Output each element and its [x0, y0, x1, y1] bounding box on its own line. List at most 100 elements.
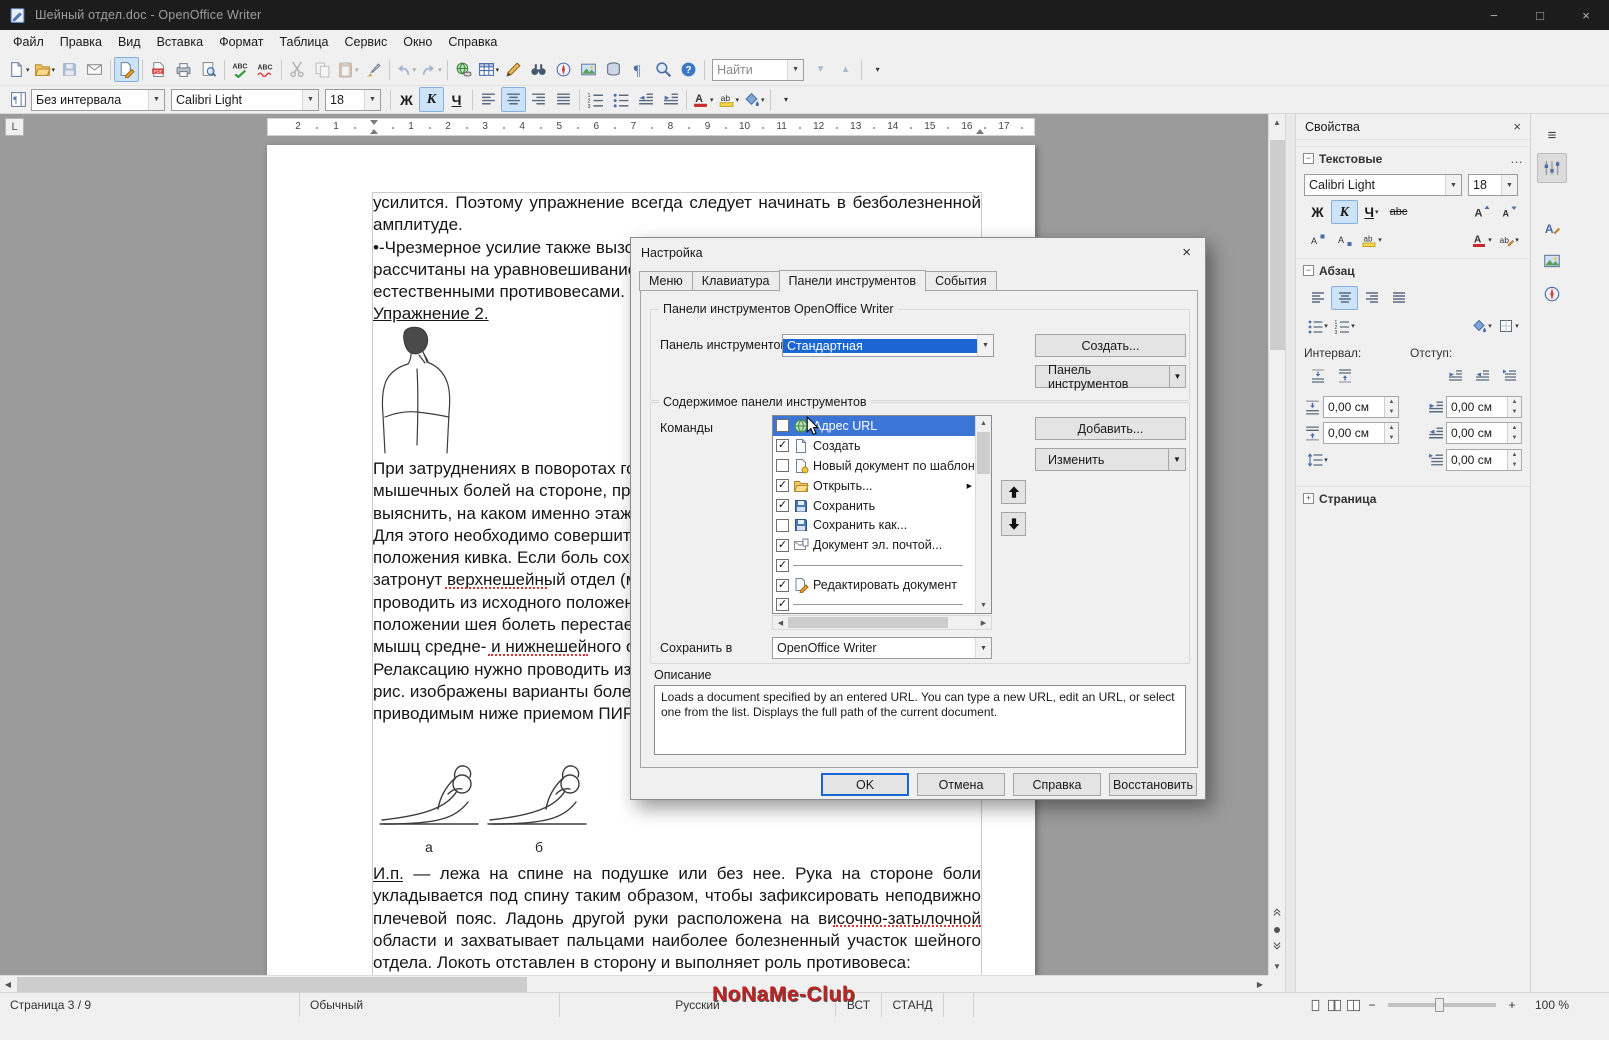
sidebar-underline-button[interactable]: Ч▾ — [1358, 200, 1385, 224]
spacing-below-field[interactable]: 0,00 см▲▼ — [1323, 422, 1399, 444]
reset-button[interactable]: Восстановить — [1109, 773, 1197, 796]
gallery-button[interactable]: ▾ — [576, 57, 601, 82]
dialog-tab[interactable]: События — [925, 271, 997, 291]
data-sources-button[interactable]: ▾ — [601, 57, 626, 82]
menu-item[interactable]: Формат — [211, 32, 271, 52]
email-button[interactable]: ▾ — [82, 57, 107, 82]
spinner[interactable]: ▲▼ — [1507, 397, 1521, 417]
edit-file-button[interactable]: ▾ — [114, 57, 139, 82]
command-row[interactable]: ✓ ▶ — [773, 595, 975, 614]
scrollbar-thumb[interactable] — [17, 977, 527, 992]
sidebar-close-button[interactable]: × — [1513, 119, 1521, 134]
scroll-down-icon[interactable]: ▼ — [976, 598, 991, 613]
sidebar-align-right-button[interactable] — [1358, 286, 1385, 310]
background-color-button[interactable]: ▾ — [741, 87, 767, 112]
subscript-button[interactable] — [1331, 228, 1358, 252]
spacing-below-preset-button[interactable] — [1331, 364, 1358, 388]
decrease-indent-button[interactable] — [1468, 364, 1495, 388]
spacing-above-field[interactable]: 0,00 см▲▼ — [1323, 396, 1399, 418]
sidebar-font-color-button[interactable]: ▾ — [1468, 228, 1495, 252]
new-button[interactable]: ▾ — [6, 57, 32, 82]
modify-command-button[interactable]: Изменить▼ — [1035, 448, 1186, 471]
spinner[interactable]: ▲▼ — [1507, 450, 1521, 470]
sidebar-bold-button[interactable]: Ж — [1304, 200, 1331, 224]
zoom-out-button[interactable]: − — [1365, 998, 1379, 1012]
command-checkbox[interactable]: ✓ — [776, 579, 789, 592]
redo-button[interactable]: ▾ — [418, 57, 444, 82]
scrollbar-thumb[interactable] — [977, 432, 990, 474]
sidebar-italic-button[interactable]: К — [1331, 200, 1358, 224]
dialog-tab[interactable]: Меню — [639, 271, 693, 291]
toolbar-button[interactable]: ▾ — [224, 60, 225, 80]
zoom-slider-thumb[interactable] — [1435, 998, 1444, 1012]
dropdown-arrow-icon[interactable]: ▼ — [1168, 449, 1185, 470]
paste-button[interactable]: ▾ — [335, 57, 361, 82]
collapse-icon[interactable]: − — [1303, 153, 1314, 164]
new-toolbar-button[interactable]: Создать... — [1035, 334, 1186, 357]
toolbar-overflow-button[interactable]: ▾ — [865, 57, 890, 82]
scroll-up-icon[interactable]: ▲ — [1269, 114, 1285, 131]
scrollbar-thumb[interactable] — [788, 617, 948, 628]
command-row[interactable]: ✓ Адрес URL ▶ — [773, 416, 975, 436]
horizontal-ruler[interactable]: 211234567891011121314151617 — [267, 118, 1035, 136]
find-input[interactable]: Найти ▼ — [712, 59, 804, 81]
grow-font-button[interactable] — [1468, 200, 1495, 224]
toolbar-button[interactable]: ▾ — [281, 60, 282, 80]
command-row[interactable]: ✓ Документ эл. почтой... ▶ — [773, 535, 975, 555]
book-view-button[interactable] — [1346, 999, 1361, 1012]
maximize-button[interactable]: □ — [1517, 0, 1563, 30]
signature-indicator[interactable] — [944, 993, 974, 1017]
scroll-left-icon[interactable]: ◀ — [0, 976, 16, 992]
menu-item[interactable]: Таблица — [271, 32, 336, 52]
cut-button[interactable]: ▾ — [285, 57, 310, 82]
chevron-down-icon[interactable]: ▼ — [302, 90, 318, 110]
font-name-select[interactable]: Calibri Light▼ — [171, 89, 319, 111]
menu-item[interactable]: Окно — [395, 32, 440, 52]
font-size-select[interactable]: 18▼ — [325, 89, 381, 111]
section-text[interactable]: − Текстовые … — [1296, 146, 1530, 170]
format-paintbrush-button[interactable]: ▾ — [361, 57, 386, 82]
sidebar-numbered-list-button[interactable]: ▾ — [1331, 314, 1358, 338]
command-row[interactable]: ✓ Новый документ по шаблон ▶ — [773, 456, 975, 476]
page-indicator[interactable]: Страница 3 / 9 — [0, 993, 300, 1017]
sidebar-align-left-button[interactable] — [1304, 286, 1331, 310]
save-button[interactable]: ▾ — [57, 57, 82, 82]
indent-after-field[interactable]: 0,00 см▲▼ — [1446, 422, 1522, 444]
align-left-button[interactable] — [476, 87, 501, 112]
increase-indent-button[interactable] — [658, 87, 683, 112]
scroll-right-icon[interactable]: ▶ — [976, 616, 991, 629]
command-checkbox[interactable]: ✓ — [776, 598, 789, 611]
commands-list[interactable]: ✓ Адрес URL ▶ ✓ Создать ▶ — [772, 415, 992, 614]
command-checkbox[interactable]: ✓ — [776, 419, 789, 432]
chevron-down-icon[interactable]: ▼ — [787, 60, 803, 80]
right-indent-marker[interactable] — [976, 129, 984, 134]
add-command-button[interactable]: Добавить... — [1035, 417, 1186, 440]
toolbar-overflow-button[interactable]: ▾ — [774, 87, 799, 112]
navigator-button[interactable]: ▾ — [551, 57, 576, 82]
first-line-indent-field[interactable]: 0,00 см▲▼ — [1446, 449, 1522, 471]
paragraph-style-select[interactable]: Без интервала▼ — [31, 89, 165, 111]
open-button[interactable]: ▾ — [32, 57, 58, 82]
sidebar-tab-properties[interactable] — [1537, 153, 1567, 183]
export-pdf-button[interactable]: ▾ — [146, 57, 171, 82]
save-in-select[interactable]: OpenOffice Writer▼ — [772, 637, 992, 659]
multi-page-view-button[interactable] — [1327, 999, 1342, 1012]
autospellcheck-button[interactable]: ▾ — [253, 57, 278, 82]
zoom-button[interactable]: ▾ — [651, 57, 676, 82]
toolbar-button[interactable]: ▾ — [447, 60, 448, 80]
dialog-close-button[interactable]: × — [1182, 244, 1191, 261]
sidebar-bullet-list-button[interactable]: ▾ — [1304, 314, 1331, 338]
shrink-font-button[interactable] — [1495, 200, 1522, 224]
command-checkbox[interactable]: ✓ — [776, 559, 789, 572]
move-up-button[interactable] — [1001, 480, 1026, 504]
horizontal-scrollbar[interactable]: ◀ ▶ — [0, 975, 1268, 992]
find-next-button[interactable]: ▼ — [808, 57, 833, 82]
scroll-up-icon[interactable]: ▲ — [976, 416, 991, 431]
menu-item[interactable]: Правка — [52, 32, 110, 52]
scrollbar-thumb[interactable] — [1270, 140, 1285, 350]
menu-item[interactable]: Сервис — [336, 32, 395, 52]
menu-item[interactable]: Справка — [440, 32, 505, 52]
command-row[interactable]: ✓ Создать ▶ — [773, 436, 975, 456]
font-color-button[interactable]: ▾ — [690, 87, 716, 112]
toolbar-button[interactable]: ▾ — [110, 60, 111, 80]
